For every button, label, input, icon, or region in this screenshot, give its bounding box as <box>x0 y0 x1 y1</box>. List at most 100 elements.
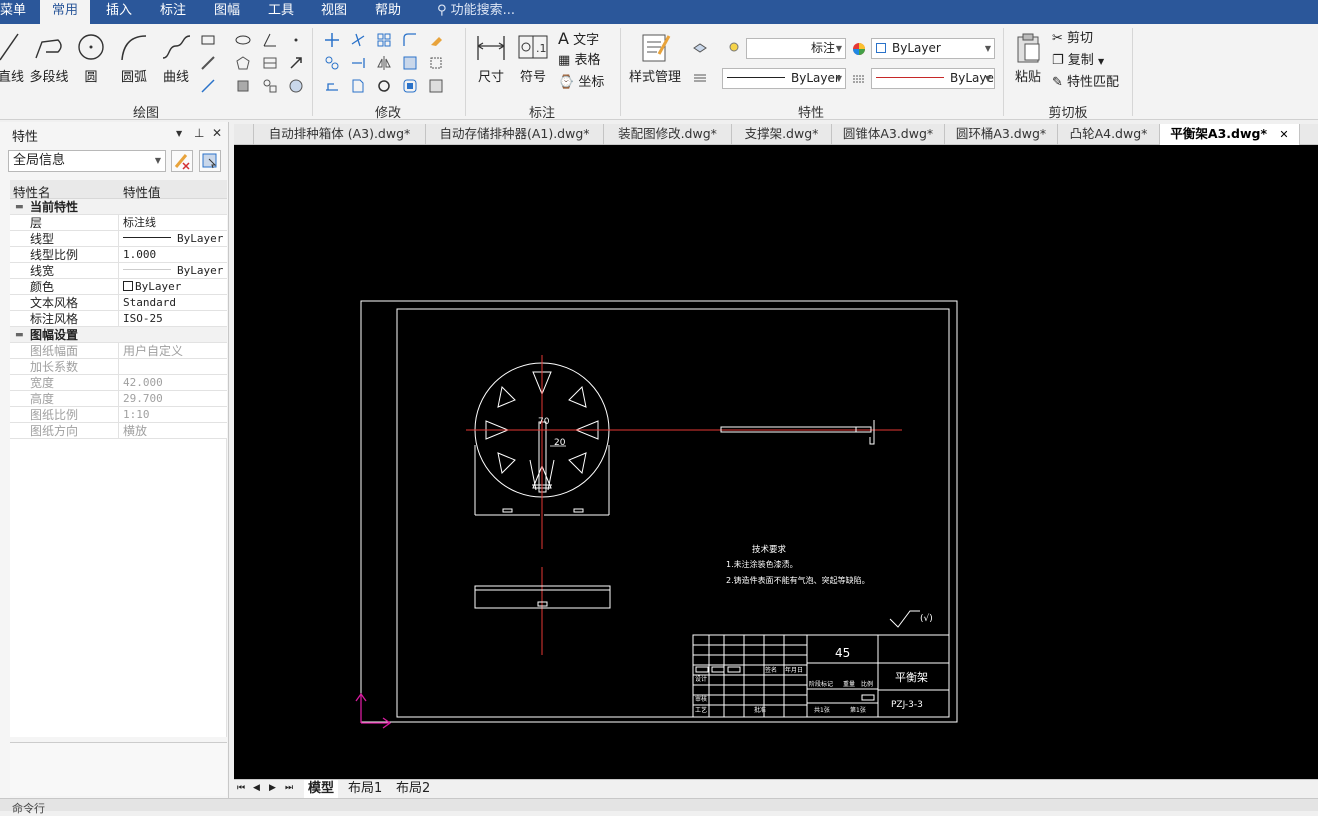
array-icon[interactable] <box>376 32 392 48</box>
color-select[interactable]: ByLayer ▼ <box>871 38 995 59</box>
last-layout-icon[interactable]: ⏭ <box>285 780 293 798</box>
offset-icon[interactable] <box>402 78 418 94</box>
menu-item-sheet[interactable]: 图幅 <box>214 0 244 24</box>
document-tab[interactable]: 自动存储排种器(A1).dwg* <box>426 124 604 145</box>
collapse-icon[interactable]: ▬ <box>15 327 24 343</box>
rotate-icon[interactable] <box>376 78 392 94</box>
property-row[interactable]: 线型比例 1.000 <box>10 247 227 263</box>
rectangle-icon[interactable] <box>200 32 216 48</box>
function-search[interactable]: ⚲ 功能搜索... <box>437 0 515 24</box>
scale-icon[interactable] <box>402 55 418 71</box>
property-name: 文本风格 <box>30 296 79 310</box>
section-current-properties[interactable]: ▬ 当前特性 <box>10 199 227 215</box>
fillet-icon[interactable] <box>402 32 418 48</box>
stretch-icon[interactable] <box>324 78 340 94</box>
layer-state-icons[interactable] <box>726 40 742 56</box>
section-sheet-settings[interactable]: ▬ 图幅设置 <box>10 327 227 343</box>
polygon-icon[interactable] <box>235 55 251 71</box>
selection-filter-select[interactable]: 全局信息 ▼ <box>8 150 166 172</box>
color-wheel-icon[interactable] <box>851 41 867 57</box>
dimension-button[interactable]: 尺寸 <box>474 32 508 85</box>
document-tab-active[interactable]: 平衡架A3.dwg* ✕ <box>1160 124 1300 145</box>
menu-item-home[interactable]: 常用 <box>40 0 90 24</box>
trim-icon[interactable] <box>350 32 366 48</box>
quick-select-button[interactable] <box>171 150 193 172</box>
menu-item-menu[interactable]: 菜单 <box>0 0 34 24</box>
layer-list-icon[interactable] <box>692 70 708 86</box>
menu-item-annotate[interactable]: 标注 <box>160 0 190 24</box>
layer-select[interactable]: 标注 ▼ <box>746 38 846 59</box>
document-tab[interactable]: 圆环桶A3.dwg* <box>945 124 1058 145</box>
command-line-bar[interactable]: 命令行 <box>0 798 1318 815</box>
mirror-icon[interactable] <box>376 55 392 71</box>
arc-button[interactable]: 圆弧 <box>116 32 152 85</box>
move-icon[interactable] <box>324 32 340 48</box>
pin-icon[interactable]: ⊥ <box>194 126 204 140</box>
document-tab[interactable]: 圆锥体A3.dwg* <box>832 124 945 145</box>
arrow-icon[interactable] <box>288 55 304 71</box>
layout-tab-2[interactable]: 布局2 <box>396 780 430 798</box>
section-title: 当前特性 <box>30 200 79 214</box>
drawing-canvas[interactable]: 70 20 技术要求 1.未注涂装色漆渍。 2.铸造件表面不能有气泡、突起等缺陷… <box>234 145 1318 779</box>
lineweight-select[interactable]: ByLaye ▼ <box>871 68 995 89</box>
linetype-select[interactable]: ByLayer ▼ <box>722 68 846 89</box>
property-row[interactable]: 标注风格 ISO-25 <box>10 311 227 327</box>
property-row[interactable]: 线型 ByLayer <box>10 231 227 247</box>
symbol-button[interactable]: .1 符号 <box>516 32 550 85</box>
table-button[interactable]: ▦ 表格 <box>558 52 600 70</box>
region-icon[interactable] <box>235 78 251 94</box>
break-icon[interactable] <box>350 78 366 94</box>
menu-item-view[interactable]: 视图 <box>321 0 351 24</box>
style-manager-button[interactable]: 样式管理 <box>626 32 684 85</box>
hatch-icon[interactable] <box>262 55 278 71</box>
next-layout-icon[interactable]: ▶ <box>269 780 276 798</box>
angle-icon[interactable] <box>262 32 278 48</box>
coordinate-button[interactable]: ⌚ 坐标 <box>558 74 604 92</box>
ellipse-icon[interactable] <box>235 32 251 48</box>
construction-line-icon[interactable] <box>200 78 216 94</box>
copy-button[interactable]: ❐ 复制 ▼ <box>1052 52 1104 71</box>
first-layout-icon[interactable]: ⏮ <box>237 780 245 798</box>
property-row[interactable]: 颜色 ByLayer <box>10 279 227 295</box>
layer-manager-icon[interactable] <box>692 40 708 56</box>
curve-button[interactable]: 曲线 <box>158 32 194 85</box>
document-tab[interactable]: 凸轮A4.dwg* <box>1058 124 1160 145</box>
prev-layout-icon[interactable]: ◀ <box>253 780 260 798</box>
line-button[interactable]: 直线 <box>0 32 24 85</box>
title-design: 设计 <box>695 675 707 683</box>
document-tab[interactable]: 装配图修改.dwg* <box>604 124 732 145</box>
layout-tab-1[interactable]: 布局1 <box>348 780 382 798</box>
lineweight-icon[interactable] <box>851 71 867 87</box>
match-properties-button[interactable]: ✎ 特性匹配 <box>1052 74 1119 92</box>
layout-tab-model[interactable]: 模型 <box>304 780 339 798</box>
block-icon[interactable] <box>262 78 278 94</box>
collapse-icon[interactable]: ▬ <box>15 199 24 215</box>
point-icon[interactable] <box>288 32 304 48</box>
polyline-button[interactable]: 多段线 <box>28 32 70 85</box>
property-name: 颜色 <box>30 280 55 294</box>
extend-icon[interactable] <box>350 55 366 71</box>
document-tab[interactable]: 支撑架.dwg* <box>732 124 832 145</box>
property-row[interactable]: 文本风格 Standard <box>10 295 227 311</box>
explode-icon[interactable] <box>428 55 444 71</box>
erase-icon[interactable] <box>428 32 444 48</box>
circle-button[interactable]: 圆 <box>76 32 106 85</box>
select-objects-button[interactable] <box>199 150 221 172</box>
close-icon[interactable]: ✕ <box>212 126 222 140</box>
menu-item-insert[interactable]: 插入 <box>106 0 136 24</box>
pencil-line-icon[interactable] <box>200 55 216 71</box>
menu-item-tools[interactable]: 工具 <box>268 0 298 24</box>
copy-object-icon[interactable] <box>324 55 340 71</box>
close-tab-icon[interactable]: ✕ <box>1279 128 1288 141</box>
property-row[interactable]: 线宽 ByLayer <box>10 263 227 279</box>
boundary-icon[interactable] <box>288 78 304 94</box>
property-row[interactable]: 层 标注线 <box>10 215 227 231</box>
properties-table-header: 特性名 特性值 <box>10 180 227 200</box>
document-tab[interactable]: 自动排种箱体 (A3).dwg* <box>254 124 426 145</box>
text-button[interactable]: A 文字 <box>558 30 599 50</box>
edit-property-icon[interactable] <box>428 78 444 94</box>
cut-button[interactable]: ✂ 剪切 <box>1052 30 1093 48</box>
panel-menu-icon[interactable]: ▼ <box>176 129 182 138</box>
menu-item-help[interactable]: 帮助 <box>375 0 405 24</box>
paste-button[interactable]: 粘贴 <box>1010 32 1046 85</box>
